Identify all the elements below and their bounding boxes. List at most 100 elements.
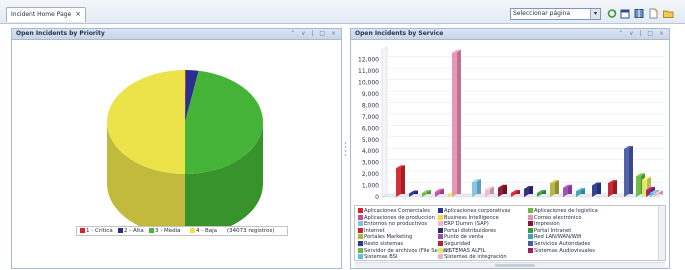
legend-item: 3 - Media: [149, 227, 181, 235]
chevron-down-icon[interactable]: ▾: [590, 9, 600, 19]
panel-controls[interactable]: ⌃ ∨ | □ ×: [618, 29, 666, 39]
legend-swatch: [528, 227, 533, 233]
legend-swatch: [438, 254, 443, 260]
bar-left-face: [452, 49, 457, 197]
legend-swatch: [358, 241, 363, 246]
legend-item: Aplicaciones de producción: [358, 214, 435, 221]
legend-item: Resto sistemas: [358, 241, 403, 247]
calendar-icon[interactable]: [620, 8, 630, 19]
layout-icon[interactable]: [634, 8, 644, 19]
legend-swatch: [438, 247, 443, 253]
legend-item: Business Intelligence: [438, 214, 499, 221]
legend-swatch: [358, 214, 363, 220]
new-page-icon[interactable]: [648, 8, 658, 19]
legend-item: Seguridad: [438, 241, 470, 247]
legend-item: 4 - Baja: [190, 227, 217, 235]
y-tick-label: 8,000: [362, 102, 379, 109]
legend-label: ERP Dumm (SAP): [444, 221, 489, 228]
panel-header: Open Incidents by Service ⌃ ∨ | □ ×: [351, 29, 669, 40]
legend-swatch: [190, 228, 195, 233]
legend-item: Portal distribuidores: [438, 227, 496, 234]
legend-label: Sistemas Audiovisuales: [534, 247, 596, 254]
bar[interactable]: [457, 49, 461, 194]
legend-label: Servicios Autoridades: [534, 241, 591, 247]
bar[interactable]: [477, 179, 481, 194]
bar[interactable]: [555, 180, 559, 194]
bar-left-face: [396, 165, 401, 197]
legend-swatch: [528, 214, 533, 220]
legend-label: Aplicaciones Comerciales: [364, 208, 430, 214]
legend-label: Punto de venta: [444, 234, 484, 241]
legend-label: Entornos no productivos: [364, 221, 428, 228]
legend-item: Sistemas Audiovisuales: [528, 247, 596, 254]
tab-bar: Incident Home Page × Seleccionar página …: [0, 0, 685, 24]
legend-swatch: [358, 221, 363, 227]
legend-item: Correo electrónico: [528, 214, 582, 221]
legend-item: Sistemas de integración: [438, 254, 507, 260]
service-legend: Aplicaciones Comerciales Aplicaciones cor…: [354, 205, 666, 261]
legend-label: Sistemas de integración: [444, 254, 507, 261]
bar[interactable]: [613, 180, 617, 194]
panel-controls[interactable]: ⌃ ∨ | □ ×: [290, 29, 338, 39]
legend-label: SISTEMAS ALFIL: [444, 247, 486, 254]
bar[interactable]: [629, 145, 633, 194]
legend-item: Entornos no productivos: [358, 221, 427, 227]
page-select[interactable]: Seleccionar página ▾: [510, 8, 601, 20]
legend-label: 1 - Crítica: [86, 228, 113, 234]
y-tick-label: 6,000: [362, 125, 379, 132]
legend-label: 4 - Baja: [196, 228, 218, 234]
y-tick-label: 10,000: [358, 80, 379, 87]
legend-label: Red LAN/WAN/Wifi: [534, 234, 582, 241]
legend-label: Sistemas BSI: [364, 254, 398, 261]
legend-swatch: [358, 254, 363, 260]
legend-label: Correo electrónico: [534, 214, 582, 221]
legend-swatch: [149, 228, 154, 233]
legend-label: Impresión: [534, 221, 560, 228]
record-count: (34073 registros): [227, 228, 275, 234]
folder-icon[interactable]: [663, 8, 674, 19]
legend-label: Aplicaciones de logística: [534, 208, 598, 214]
legend-item: 1 - Crítica: [80, 227, 113, 235]
bar[interactable]: [401, 165, 405, 194]
legend-label: Resto sistemas: [364, 241, 404, 247]
legend-label: 2 - Alta: [124, 228, 144, 234]
legend-item: SISTEMAS ALFIL: [438, 247, 486, 254]
legend-label: Internet: [364, 227, 385, 234]
y-tick-label: 1,000: [362, 183, 379, 190]
legend-swatch: [438, 214, 443, 220]
service-bar-chart: 0 1,000 2,000 3,000 4,000 5,000 6,000 7,000 8,00…: [358, 46, 665, 201]
tab-label: Incident Home Page: [11, 11, 72, 18]
tab-close-icon[interactable]: ×: [75, 8, 81, 21]
legend-label: Portales Marketing: [364, 234, 413, 241]
legend-item: Sistemas BSI: [358, 254, 398, 260]
panel-splitter[interactable]: [344, 140, 347, 160]
legend-swatch: [528, 247, 533, 253]
panel-title: Open Incidents by Priority: [16, 30, 105, 37]
y-tick-label: 4,000: [362, 148, 379, 155]
legend-swatch: [358, 227, 363, 233]
y-tick-label: 7,000: [362, 114, 379, 121]
legend-item: Aplicaciones corporativas: [438, 208, 510, 214]
legend-swatch: [438, 227, 443, 233]
legend-item: Portales Marketing: [358, 234, 412, 240]
y-tick-label: 5,000: [362, 137, 379, 144]
legend-item: Punto de venta: [438, 234, 483, 240]
legend-item: Impresión: [528, 221, 560, 227]
bar-left-face: [636, 173, 641, 197]
legend-label: Portal distribuidores: [444, 227, 496, 234]
panel-title: Open Incidents by Service: [355, 30, 444, 37]
legend-item: Portal Intranet: [528, 227, 571, 234]
legend-swatch: [528, 208, 533, 213]
legend-swatch: [358, 208, 363, 213]
legend-swatch: [358, 247, 363, 253]
scrollbar-thumb[interactable]: [495, 264, 535, 267]
tab-incident-home-page[interactable]: Incident Home Page ×: [6, 7, 86, 22]
legend-item: 2 - Alta: [118, 227, 144, 235]
horizontal-scrollbar[interactable]: [355, 262, 665, 268]
legend-scrollbar[interactable]: [658, 206, 665, 260]
refresh-icon[interactable]: [607, 8, 617, 19]
legend-item: Internet: [358, 227, 385, 234]
legend-item: Servidor de archivos (File Server): [358, 247, 450, 254]
y-tick-label: 0: [375, 194, 379, 201]
legend-label: Aplicaciones de producción: [364, 214, 435, 221]
